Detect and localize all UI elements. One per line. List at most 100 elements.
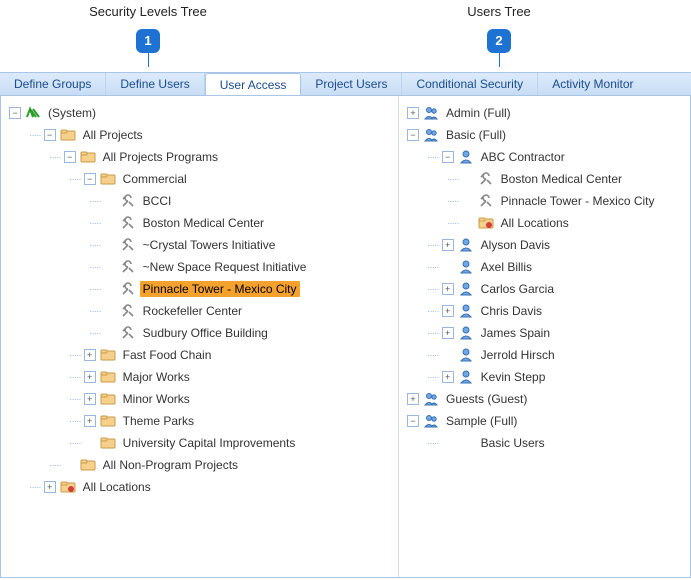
rightTree-node[interactable]: ·····+ Chris Davis (403, 300, 690, 322)
tab-user-access[interactable]: User Access (205, 73, 302, 95)
leftTree-node[interactable]: ·····Pinnacle Tower - Mexico City (5, 278, 398, 300)
leftTree-node[interactable]: ·····Sudbury Office Building (5, 322, 398, 344)
collapse-icon[interactable]: − (407, 129, 419, 141)
rightTree-node[interactable]: ·····All Locations (403, 212, 690, 234)
tab-conditional-security[interactable]: Conditional Security (402, 73, 538, 95)
tree-node-label[interactable]: All Projects Programs (100, 149, 221, 165)
tree-node-label[interactable]: Theme Parks (120, 413, 197, 429)
collapse-icon[interactable]: − (84, 173, 96, 185)
rightTree-node[interactable]: ·····Basic Users (403, 432, 690, 454)
tree-node-label[interactable]: Pinnacle Tower - Mexico City (498, 193, 658, 209)
rightTree-node[interactable]: ·····Jerrold Hirsch (403, 344, 690, 366)
expand-icon[interactable]: + (442, 371, 454, 383)
folder-icon (100, 171, 116, 187)
tree-node-label[interactable]: Pinnacle Tower - Mexico City (140, 281, 300, 297)
tree-node-label[interactable]: Rockefeller Center (140, 303, 245, 319)
expand-icon[interactable]: + (442, 327, 454, 339)
expand-icon[interactable]: + (442, 283, 454, 295)
tree-node-label[interactable]: All Locations (80, 479, 154, 495)
expand-icon[interactable]: + (407, 393, 419, 405)
rightTree-node[interactable]: ·····Boston Medical Center (403, 168, 690, 190)
expand-icon[interactable]: + (84, 415, 96, 427)
tree-node-label[interactable]: Axel Billis (478, 259, 535, 275)
collapse-icon[interactable]: − (9, 107, 21, 119)
tree-node-label[interactable]: Sample (Full) (443, 413, 520, 429)
annotation-badge: 1 (136, 29, 160, 53)
expand-icon[interactable]: + (84, 349, 96, 361)
tree-node-label[interactable]: ~New Space Request Initiative (140, 259, 310, 275)
rightTree-node[interactable]: + Admin (Full) (403, 102, 690, 124)
tab-activity-monitor[interactable]: Activity Monitor (538, 73, 647, 95)
leftTree-node[interactable]: ·····+Theme Parks (5, 410, 398, 432)
collapse-icon[interactable]: − (64, 151, 76, 163)
tree-node-label[interactable]: BCCI (140, 193, 175, 209)
leftTree-node[interactable]: ·····−All Projects (5, 124, 398, 146)
tree-node-label[interactable]: Kevin Stepp (478, 369, 549, 385)
rightTree-node[interactable]: ·····+Kevin Stepp (403, 366, 690, 388)
tab-define-users[interactable]: Define Users (106, 73, 204, 95)
leftTree-node[interactable]: ·····−Commercial (5, 168, 398, 190)
expand-icon[interactable]: + (407, 107, 419, 119)
tree-node-label[interactable]: Alyson Davis (478, 237, 553, 253)
tree-node-label[interactable]: Fast Food Chain (120, 347, 215, 363)
tab-define-groups[interactable]: Define Groups (0, 73, 106, 95)
annotation-label: Security Levels Tree (88, 4, 208, 19)
tree-node-label[interactable]: Guests (Guest) (443, 391, 530, 407)
tree-node-label[interactable]: Basic Users (478, 435, 548, 451)
leftTree-node[interactable]: ·····− All Projects Programs (5, 146, 398, 168)
tree-guide: ····· (49, 152, 61, 163)
leftTree-node[interactable]: − (System) (5, 102, 398, 124)
tree-node-label[interactable]: Carlos Garcia (478, 281, 557, 297)
tree-node-label[interactable]: Sudbury Office Building (140, 325, 271, 341)
collapse-icon[interactable]: − (407, 415, 419, 427)
leftTree-node[interactable]: ·····+Major Works (5, 366, 398, 388)
tree-node-label[interactable]: Admin (Full) (443, 105, 514, 121)
tree-node-label[interactable]: University Capital Improvements (120, 435, 299, 451)
tree-node-label[interactable]: All Non-Program Projects (100, 457, 241, 473)
tree-node-label[interactable]: ~Crystal Towers Initiative (140, 237, 279, 253)
leftTree-node[interactable]: ·····+Minor Works (5, 388, 398, 410)
tree-node-label[interactable]: All Projects (80, 127, 146, 143)
rightTree-node[interactable]: ·····+James Spain (403, 322, 690, 344)
rightTree-node[interactable]: ·····Axel Billis (403, 256, 690, 278)
tree-node-label[interactable]: Chris Davis (478, 303, 545, 319)
tree-guide: ····· (427, 306, 439, 317)
tree-node-label[interactable]: Boston Medical Center (498, 171, 625, 187)
tab-project-users[interactable]: Project Users (301, 73, 402, 95)
tree-node-label[interactable]: (System) (45, 105, 99, 121)
rightTree-node[interactable]: ·····+Carlos Garcia (403, 278, 690, 300)
expand-icon[interactable]: + (44, 481, 56, 493)
tree-guide: ····· (89, 240, 101, 251)
tree-node-label[interactable]: All Locations (498, 215, 572, 231)
tree-node-label[interactable]: Jerrold Hirsch (478, 347, 558, 363)
rightTree-node[interactable]: ·····+Alyson Davis (403, 234, 690, 256)
tree-node-label[interactable]: Major Works (120, 369, 193, 385)
rightTree-node[interactable]: − Sample (Full) (403, 410, 690, 432)
leftTree-node[interactable]: ·····+Fast Food Chain (5, 344, 398, 366)
leftTree-node[interactable]: ·····All Non-Program Projects (5, 454, 398, 476)
tree-node-label[interactable]: Basic (Full) (443, 127, 509, 143)
collapse-icon[interactable]: − (44, 129, 56, 141)
leftTree-node[interactable]: ·····+All Locations (5, 476, 398, 498)
leftTree-node[interactable]: ·····Rockefeller Center (5, 300, 398, 322)
expand-icon[interactable]: + (442, 305, 454, 317)
expand-icon[interactable]: + (84, 371, 96, 383)
leftTree-node[interactable]: ·····University Capital Improvements (5, 432, 398, 454)
expand-icon[interactable]: + (84, 393, 96, 405)
tree-node-label[interactable]: Minor Works (120, 391, 193, 407)
rightTree-node[interactable]: − Basic (Full) (403, 124, 690, 146)
user-icon (458, 325, 474, 341)
collapse-icon[interactable]: − (442, 151, 454, 163)
leftTree-node[interactable]: ·····BCCI (5, 190, 398, 212)
rightTree-node[interactable]: ·····Pinnacle Tower - Mexico City (403, 190, 690, 212)
rightTree-node[interactable]: + Guests (Guest) (403, 388, 690, 410)
tree-node-label[interactable]: Boston Medical Center (140, 215, 267, 231)
tree-node-label[interactable]: Commercial (120, 171, 190, 187)
leftTree-node[interactable]: ·····Boston Medical Center (5, 212, 398, 234)
tree-node-label[interactable]: ABC Contractor (478, 149, 568, 165)
expand-icon[interactable]: + (442, 239, 454, 251)
rightTree-node[interactable]: ·····−ABC Contractor (403, 146, 690, 168)
tree-node-label[interactable]: James Spain (478, 325, 553, 341)
leftTree-node[interactable]: ·····~New Space Request Initiative (5, 256, 398, 278)
leftTree-node[interactable]: ····· ~Crystal Towers Initiative (5, 234, 398, 256)
